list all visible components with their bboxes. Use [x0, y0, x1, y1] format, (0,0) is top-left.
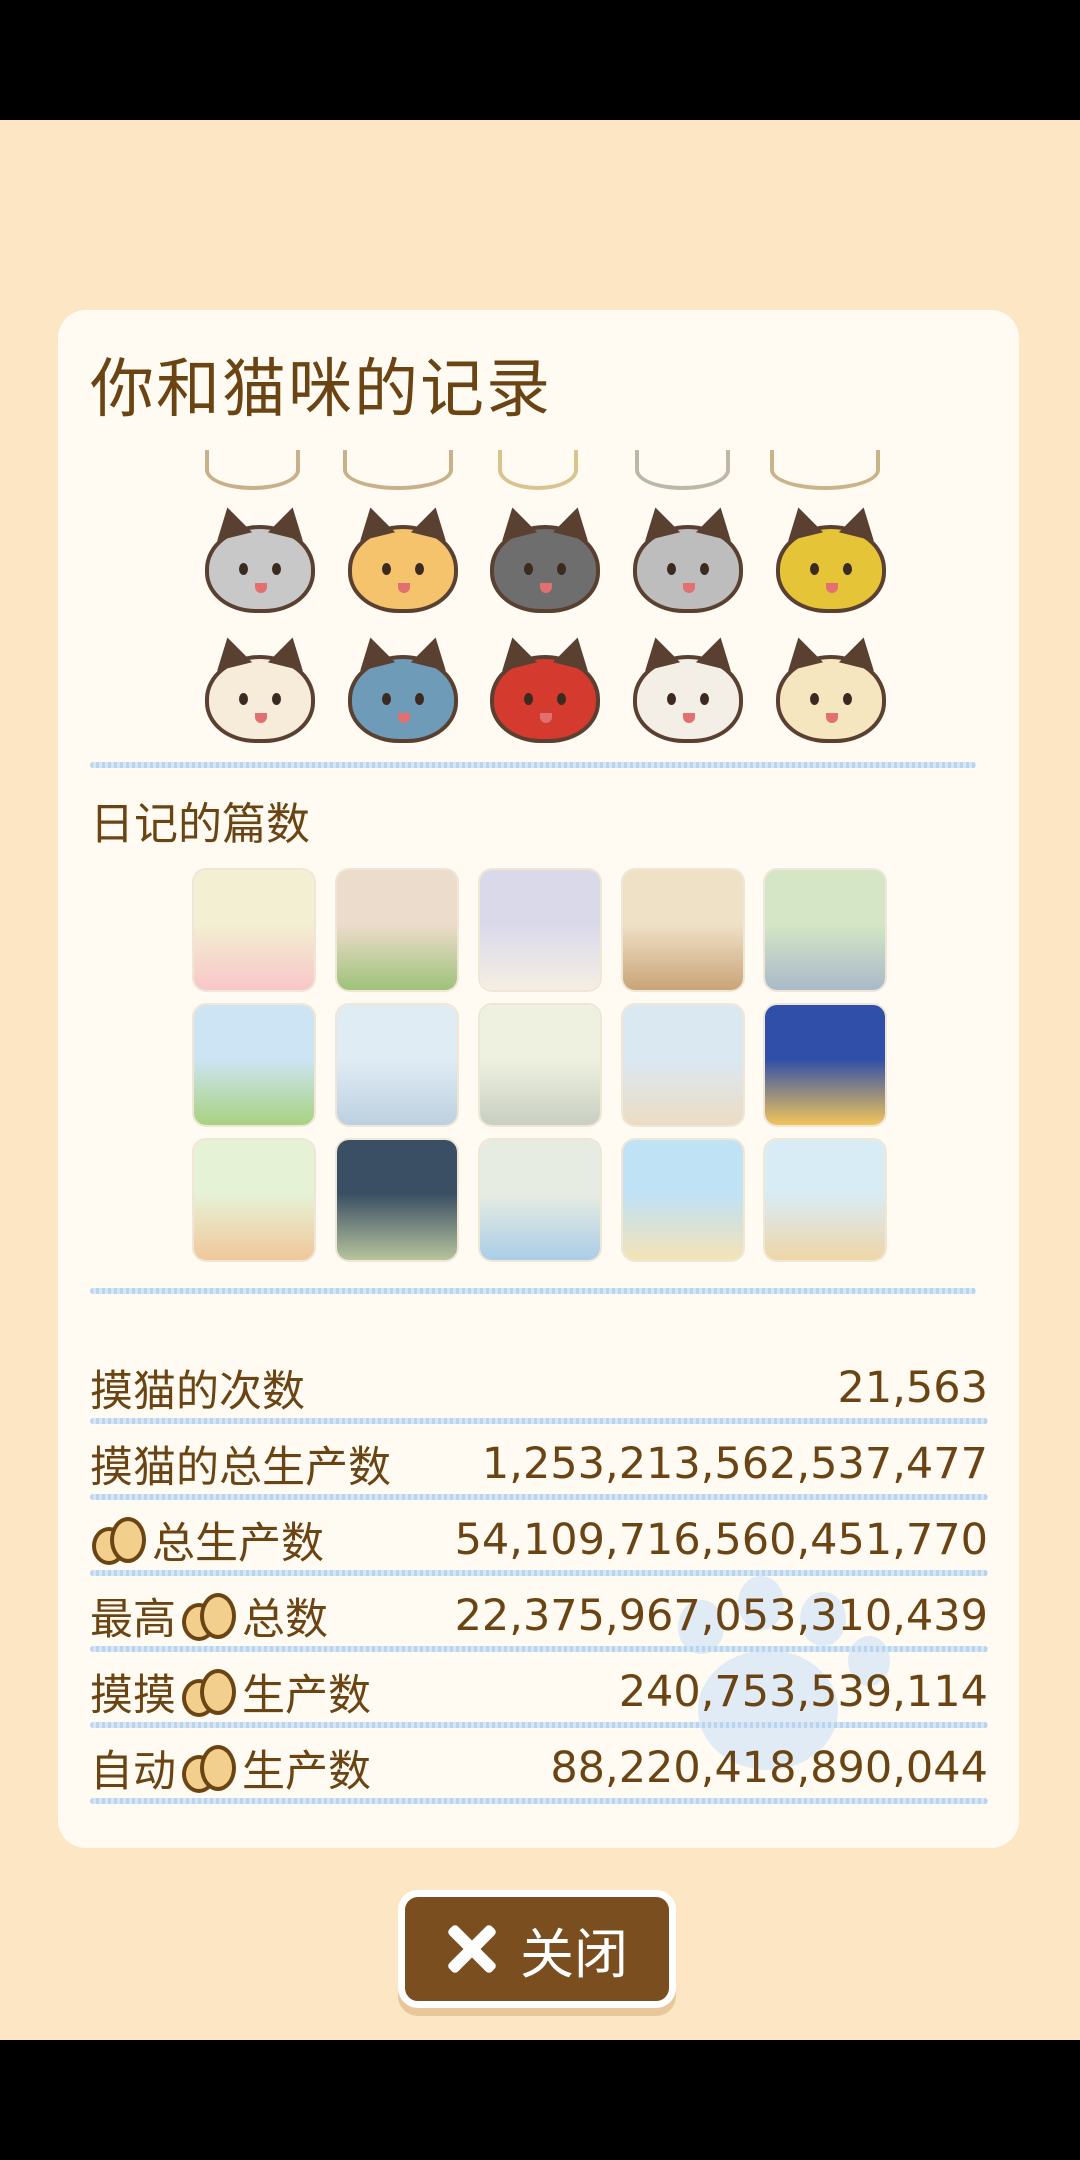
- cat-grey-tabby-icon[interactable]: [633, 525, 743, 613]
- records-dialog: 你和猫咪的记录 日记的篇数 摸猫的次数 21,563 摸猫的总生产数 1,253,21…: [58, 310, 1019, 1848]
- stat-row: 摸摸 生产数 240,753,539,114: [90, 1654, 988, 1730]
- stat-label-text: 生产数: [242, 1671, 371, 1721]
- cat-face-partial: [770, 450, 880, 490]
- thumb-pond[interactable]: [765, 870, 885, 990]
- thumb-safety-first[interactable]: [480, 1140, 600, 1260]
- bun-icon: [90, 1513, 148, 1567]
- thumb-cats-in-room[interactable]: [337, 870, 457, 990]
- stat-label-prefix: 自动: [90, 1747, 176, 1797]
- cat-crowned-longhair-icon[interactable]: [776, 655, 886, 743]
- cat-face-partial: [635, 450, 730, 490]
- bun-icon: [180, 1589, 238, 1643]
- stat-row: 摸猫的总生产数 1,253,213,562,537,477: [90, 1426, 988, 1502]
- stat-label: 摸摸 生产数: [90, 1661, 371, 1723]
- stat-row: 最高 总数 22,375,967,053,310,439: [90, 1578, 988, 1654]
- cat-face-partial: [498, 450, 578, 490]
- stat-value: 22,375,967,053,310,439: [454, 1591, 988, 1641]
- cat-calico-icon[interactable]: [205, 655, 315, 743]
- stat-label: 最高 总数: [90, 1585, 328, 1647]
- stat-label-text: 摸猫的总生产数: [90, 1443, 391, 1493]
- stat-label-text: 生产数: [242, 1747, 371, 1797]
- thumb-bed[interactable]: [480, 870, 600, 990]
- stat-value: 88,220,418,890,044: [550, 1743, 988, 1793]
- cat-red-masked-icon[interactable]: [490, 655, 600, 743]
- thumb-beach[interactable]: [623, 1140, 743, 1260]
- diary-count-label: 日记的篇数: [90, 799, 310, 850]
- cat-grey-whiskered-icon[interactable]: [205, 525, 315, 613]
- stat-label: 摸猫的次数: [90, 1357, 305, 1419]
- thumb-rolling-cats[interactable]: [194, 1140, 314, 1260]
- cat-face-partial: [343, 450, 453, 490]
- stat-label: 自动 生产数: [90, 1737, 371, 1799]
- dialog-title: 你和猫咪的记录: [90, 353, 552, 427]
- cat-face-partial: [205, 450, 300, 490]
- close-button-label: 关闭: [520, 1922, 628, 1986]
- cat-blue-white-icon[interactable]: [348, 655, 458, 743]
- thumb-city-ruins[interactable]: [337, 1005, 457, 1125]
- stat-row: 自动 生产数 88,220,418,890,044: [90, 1730, 988, 1806]
- stat-value: 54,109,716,560,451,770: [454, 1515, 988, 1565]
- stats-table: 摸猫的次数 21,563 摸猫的总生产数 1,253,213,562,537,477 总…: [90, 1350, 988, 1806]
- thumb-pyramid-cat[interactable]: [623, 1005, 743, 1125]
- cat-orange-icon[interactable]: [348, 525, 458, 613]
- thumb-paw-colors[interactable]: [194, 870, 314, 990]
- thumb-night-tree[interactable]: [337, 1140, 457, 1260]
- close-button[interactable]: 关闭: [398, 1890, 676, 2008]
- divider: [90, 1288, 976, 1294]
- navigation-bar: [0, 2040, 1080, 2160]
- thumb-space-cat[interactable]: [765, 1005, 885, 1125]
- status-bar: [0, 0, 1080, 120]
- thumb-cat-tower[interactable]: [623, 870, 743, 990]
- stat-label-text: 总生产数: [152, 1519, 324, 1569]
- stat-label-text: 总数: [242, 1595, 328, 1645]
- bun-icon: [180, 1741, 238, 1795]
- stat-label: 总生产数: [90, 1509, 324, 1571]
- stat-label: 摸猫的总生产数: [90, 1433, 391, 1495]
- stat-row: 总生产数 54,109,716,560,451,770: [90, 1502, 988, 1578]
- stat-value: 240,753,539,114: [618, 1667, 988, 1717]
- stat-label-prefix: 摸摸: [90, 1671, 176, 1721]
- stat-value: 1,253,213,562,537,477: [481, 1439, 988, 1489]
- stat-value: 21,563: [837, 1363, 988, 1413]
- thumb-castle-cats[interactable]: [765, 1140, 885, 1260]
- stat-row: 摸猫的次数 21,563: [90, 1350, 988, 1426]
- close-icon: [446, 1923, 498, 1975]
- stat-label-text: 摸猫的次数: [90, 1367, 305, 1417]
- cat-golden-icon[interactable]: [776, 525, 886, 613]
- divider: [90, 762, 976, 768]
- stat-label-prefix: 最高: [90, 1595, 176, 1645]
- thumb-tower-light[interactable]: [480, 1005, 600, 1125]
- bun-icon: [180, 1665, 238, 1719]
- cat-dark-grey-icon[interactable]: [490, 525, 600, 613]
- thumb-house[interactable]: [194, 1005, 314, 1125]
- cat-white-icon[interactable]: [633, 655, 743, 743]
